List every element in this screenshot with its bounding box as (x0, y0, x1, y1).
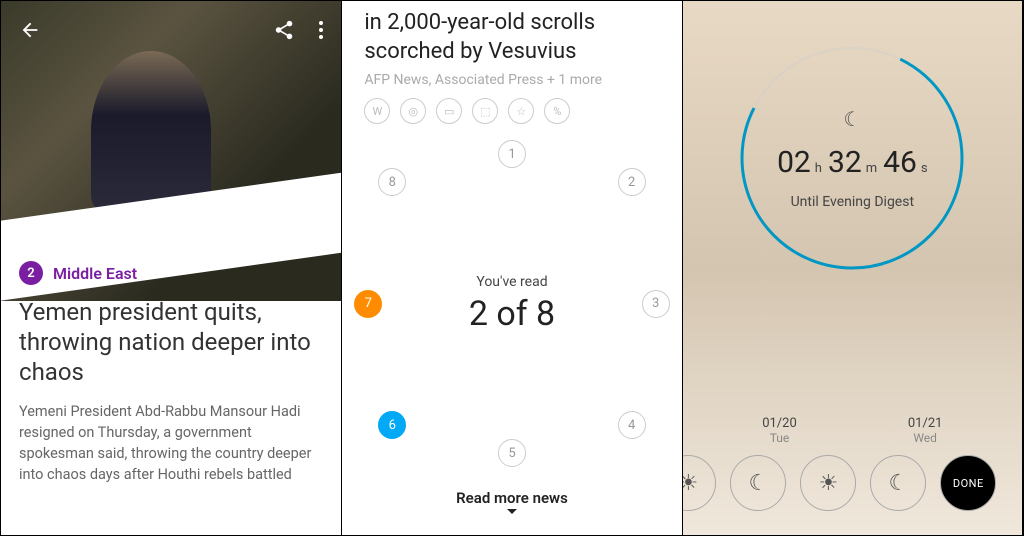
source-line: AFP News, Associated Press + 1 more (364, 72, 659, 88)
article-topbar (1, 19, 341, 41)
node-6[interactable]: 6 (378, 411, 406, 439)
digest-button-row: ☀ ☾ ☀ ☾ DONE (688, 455, 996, 535)
article-photo (1, 1, 341, 301)
wiki-icon[interactable]: W (364, 98, 390, 124)
more-icon[interactable] (319, 21, 323, 39)
node-4[interactable]: 4 (618, 411, 646, 439)
video-icon[interactable]: ▭ (436, 98, 462, 124)
day-value: Wed (908, 431, 943, 445)
day-value: Tue (762, 431, 797, 445)
category-row[interactable]: 2 Middle East (19, 261, 323, 285)
node-2[interactable]: 2 (618, 168, 646, 196)
sun-icon[interactable]: ☀ (800, 455, 856, 511)
read-more-button[interactable]: Read more news (342, 467, 681, 535)
date-item[interactable]: 01/20 Tue (762, 416, 797, 445)
moon-icon[interactable]: ☾ (730, 455, 786, 511)
countdown-arc-icon (735, 41, 969, 275)
percent-icon[interactable]: % (544, 98, 570, 124)
prev-article-title[interactable]: in 2,000-year-old scrolls scorched by Ve… (364, 9, 659, 66)
progress-center: You've read 2 of 8 (469, 274, 555, 334)
sun-icon[interactable]: ☀ (683, 455, 717, 511)
back-icon[interactable] (19, 19, 41, 41)
progress-panel: in 2,000-year-old scrolls scorched by Ve… (342, 1, 682, 535)
moon-icon[interactable]: ☾ (870, 455, 926, 511)
location-icon[interactable]: ◎ (400, 98, 426, 124)
node-5[interactable]: 5 (498, 439, 526, 467)
date-value: 01/20 (762, 416, 797, 431)
date-row: 01/20 Tue 01/21 Wed (683, 416, 1022, 455)
read-count: 2 of 8 (469, 294, 555, 334)
twitter-icon[interactable]: ☆ (508, 98, 534, 124)
progress-header: in 2,000-year-old scrolls scorched by Ve… (342, 1, 681, 140)
article-body: 2 Middle East Yemen president quits, thr… (1, 261, 341, 485)
done-button[interactable]: DONE (940, 455, 996, 511)
timer-panel: ☾ 02h 32m 46s Until Evening Digest 01/20… (683, 1, 1023, 535)
image-icon[interactable]: ⬚ (472, 98, 498, 124)
share-icon[interactable] (273, 19, 295, 41)
action-icons-row: W ◎ ▭ ⬚ ☆ % (364, 98, 659, 124)
node-1[interactable]: 1 (498, 140, 526, 168)
category-badge: 2 (19, 261, 43, 285)
date-value: 01/21 (908, 416, 943, 431)
node-8[interactable]: 8 (378, 168, 406, 196)
category-label: Middle East (53, 264, 137, 283)
countdown-circle: ☾ 02h 32m 46s Until Evening Digest (735, 41, 969, 275)
read-label: You've read (469, 274, 555, 290)
date-item[interactable]: 01/21 Wed (908, 416, 943, 445)
progress-ring: You've read 2 of 8 1 2 3 4 5 6 7 8 (342, 140, 681, 467)
node-3[interactable]: 3 (642, 290, 670, 318)
article-panel: 2 Middle East Yemen president quits, thr… (1, 1, 342, 535)
node-7[interactable]: 7 (354, 290, 382, 318)
article-headline[interactable]: Yemen president quits, throwing nation d… (19, 297, 323, 387)
article-summary: Yemeni President Abd-Rabbu Mansour Hadi … (19, 401, 323, 485)
